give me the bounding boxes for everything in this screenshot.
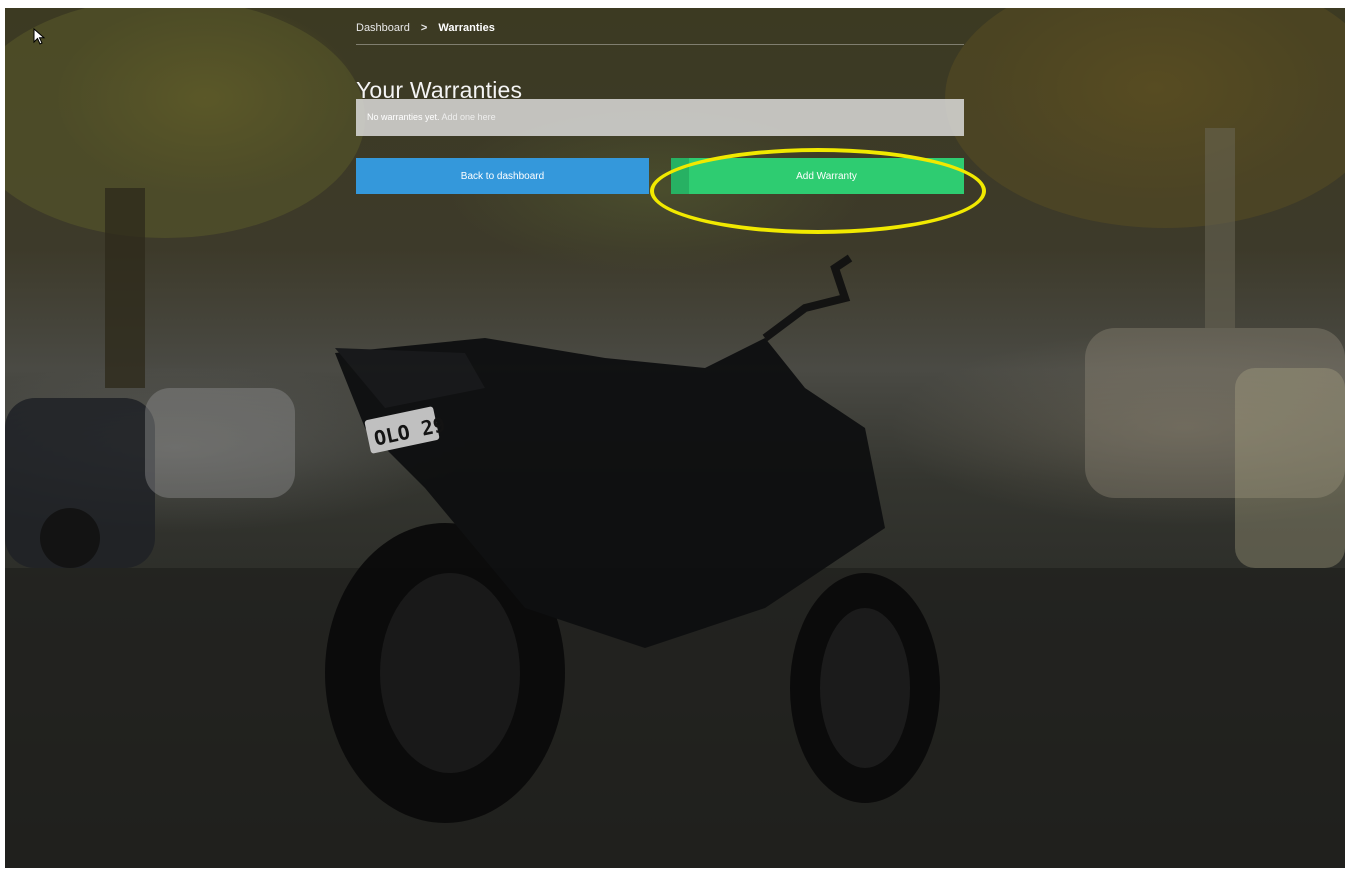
add-warranty-button[interactable]: Add Warranty [671, 158, 964, 194]
breadcrumb-separator-icon: > [420, 22, 428, 34]
car-wheel-left [40, 508, 100, 568]
tree-trunk-left [105, 188, 145, 388]
back-to-dashboard-button[interactable]: Back to dashboard [356, 158, 649, 194]
mouse-cursor-icon [33, 28, 46, 45]
background-photo: OLO 29 [5, 8, 1345, 868]
parked-car-right-2 [1235, 368, 1345, 568]
front-rim [820, 608, 910, 768]
breadcrumb-current: Warranties [438, 22, 495, 34]
tree-trunk-right [1205, 128, 1235, 328]
breadcrumb: Dashboard > Warranties [356, 22, 495, 34]
handlebar [762, 254, 853, 342]
empty-state-box: No warranties yet. Add one here [356, 99, 964, 136]
tree-canopy-left [5, 8, 365, 238]
tree-canopy-right [945, 8, 1345, 228]
app-window: OLO 29 Dashboard > Warranties Your Warra… [5, 8, 1345, 868]
breadcrumb-divider [356, 44, 964, 45]
parked-car-left-2 [145, 388, 295, 498]
add-one-here-link[interactable]: Add one here [442, 112, 496, 122]
empty-state-message: No warranties yet. [367, 112, 442, 122]
rear-rim [380, 573, 520, 773]
breadcrumb-dashboard-link[interactable]: Dashboard [356, 22, 410, 34]
